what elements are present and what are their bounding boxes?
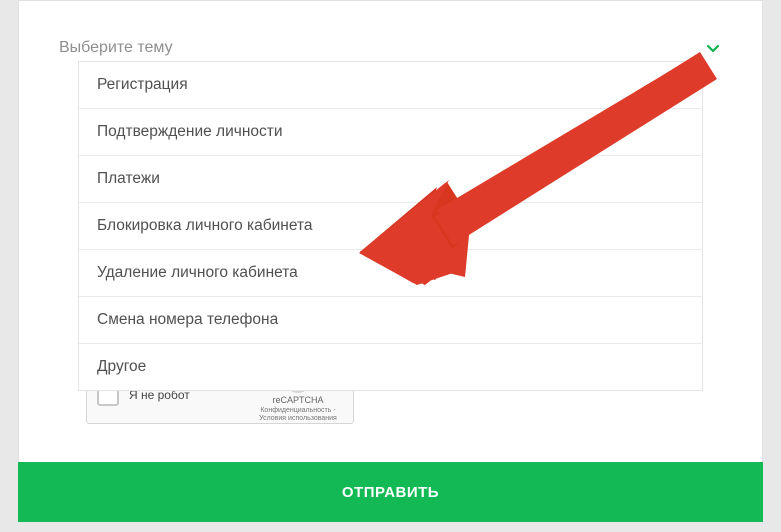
dropdown-option[interactable]: Регистрация bbox=[79, 62, 702, 109]
recaptcha-brand-text: reCAPTCHA bbox=[253, 395, 343, 406]
topic-select-placeholder: Выберите тему bbox=[59, 39, 173, 57]
chevron-down-icon bbox=[704, 39, 722, 57]
dropdown-option[interactable]: Другое bbox=[79, 344, 702, 390]
topic-dropdown: Регистрация Подтверждение личности Плате… bbox=[78, 61, 703, 391]
dropdown-option[interactable]: Платежи bbox=[79, 156, 702, 203]
dropdown-option[interactable]: Смена номера телефона bbox=[79, 297, 702, 344]
dropdown-option[interactable]: Удаление личного кабинета bbox=[79, 250, 702, 297]
recaptcha-legal-text: Конфиденциальность - Условия использован… bbox=[253, 407, 343, 424]
dropdown-option[interactable]: Подтверждение личности bbox=[79, 109, 702, 156]
dropdown-option[interactable]: Блокировка личного кабинета bbox=[79, 203, 702, 250]
topic-select[interactable]: Выберите тему bbox=[59, 31, 722, 65]
form-card: Выберите тему Регистрация Подтверждение … bbox=[18, 0, 763, 510]
submit-button[interactable]: ОТПРАВИТЬ bbox=[18, 462, 763, 522]
